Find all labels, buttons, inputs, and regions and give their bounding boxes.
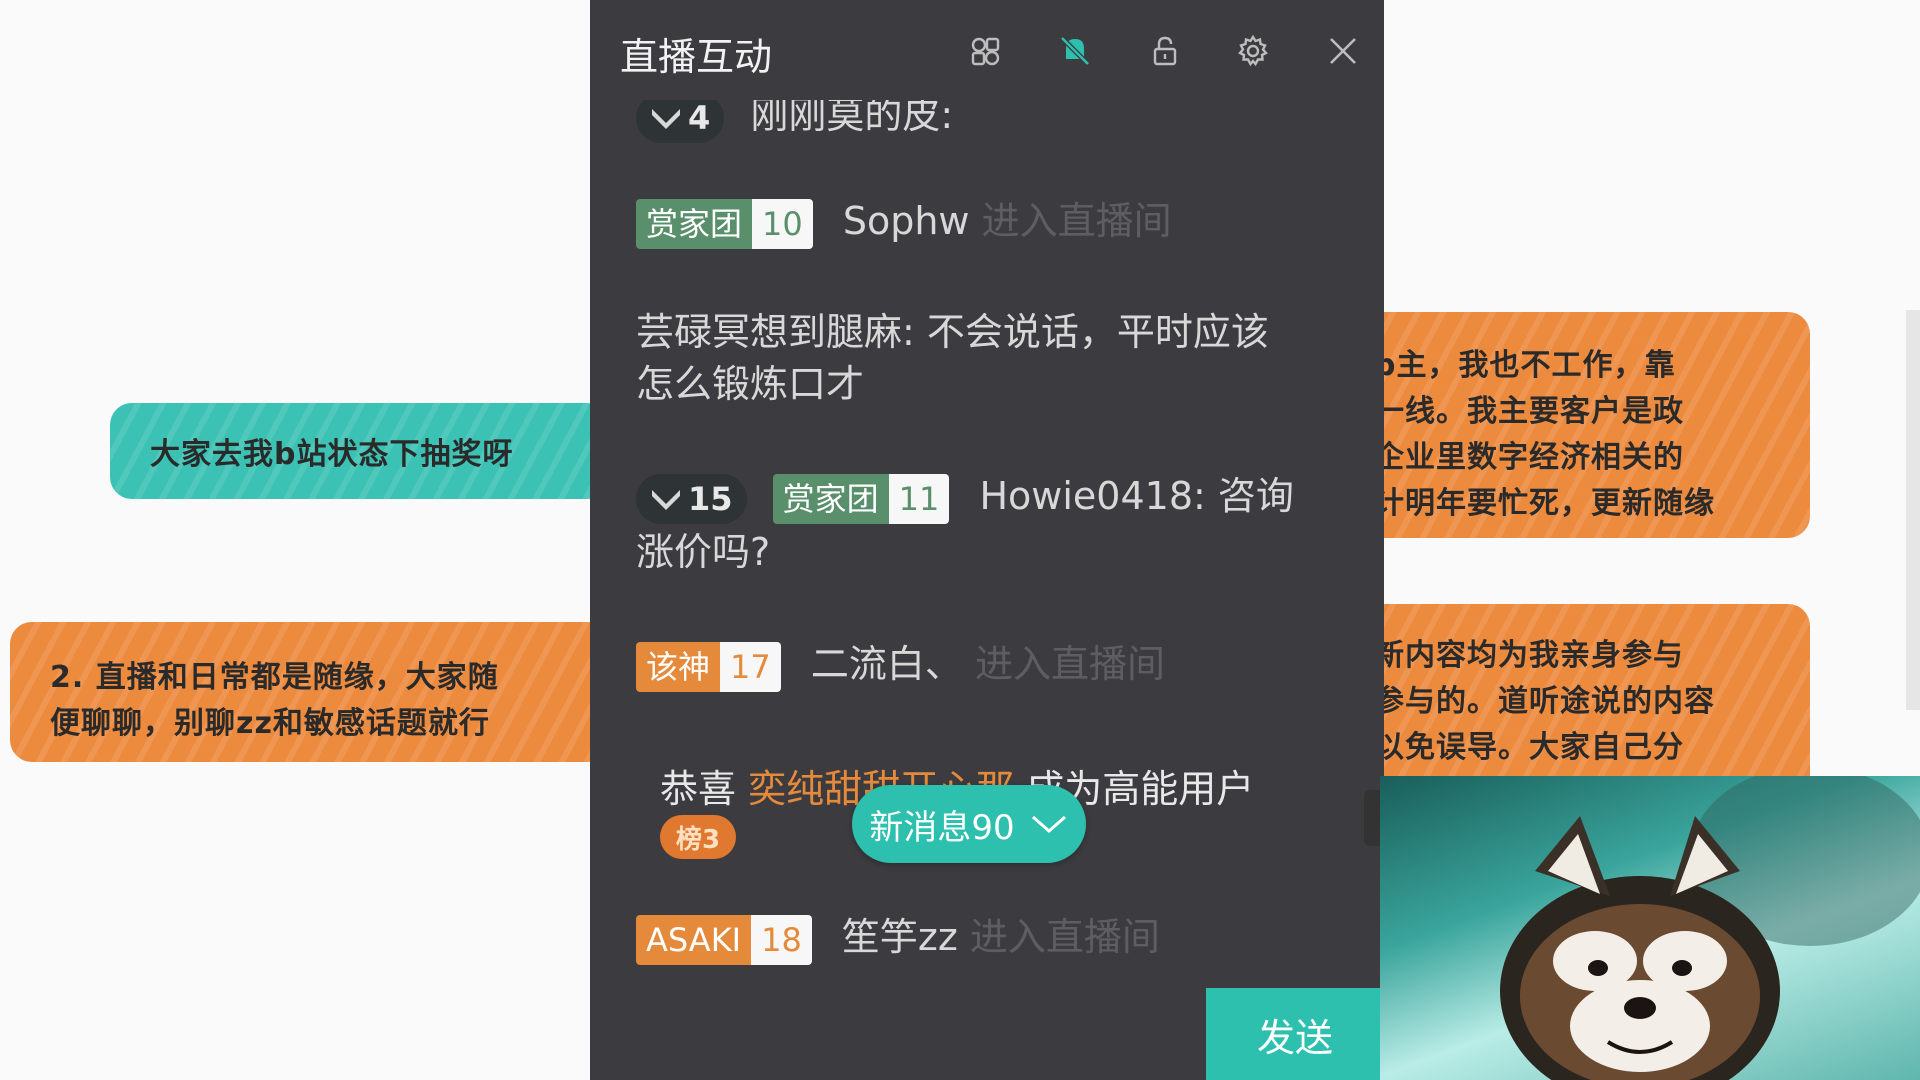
lottery-note-text: 大家去我b站状态下抽奖呀 xyxy=(150,437,514,472)
fan-medal-name: 该神 xyxy=(636,641,721,692)
layout-icon[interactable] xyxy=(966,32,1004,70)
chat-message-line-1: Howie0418: 咨询 xyxy=(979,474,1294,518)
heart-chevron-icon xyxy=(652,489,680,510)
chat-message: 赏家团 10 Sophw 进入直播间 xyxy=(636,190,1172,249)
new-messages-label: 新消息90 xyxy=(869,807,1015,848)
chat-message: ASAKI 18 笙竽zz 进入直播间 xyxy=(636,906,1160,965)
content-note-line-3: 以免误导。大家自己分 xyxy=(1374,730,1684,765)
chat-message-line-2: 怎么锻炼口才 xyxy=(636,362,865,406)
panel-titlebar: 直播互动 xyxy=(590,0,1384,100)
chat-username[interactable]: Sophw xyxy=(843,199,970,243)
content-note-card: 新内容均为我亲身参与 参与的。道听途说的内容 以免误导。大家自己分 xyxy=(1340,604,1810,804)
fan-medal[interactable]: 该神 17 xyxy=(636,641,781,692)
chat-username[interactable]: 笙竽zz xyxy=(842,915,958,959)
stream-stage: 大家去我b站状态下抽奖呀 2. 直播和日常都是随缘，大家随 便聊聊，别聊zz和敏… xyxy=(0,0,1920,1080)
fan-medal[interactable]: ASAKI 18 xyxy=(636,914,812,965)
edge-strip xyxy=(1906,310,1920,710)
lottery-note-card: 大家去我b站状态下抽奖呀 xyxy=(110,403,610,499)
red-panda-face-icon xyxy=(1500,776,1920,1080)
about-note-line-4: 计明年要忙死，更新随缘 xyxy=(1374,486,1715,521)
about-note-line-3: 企业里数字经济相关的 xyxy=(1374,440,1684,475)
about-note-line-2: 一线。我主要客户是政 xyxy=(1374,394,1684,429)
content-note-line-1: 新内容均为我亲身参与 xyxy=(1374,638,1684,673)
enter-room-text: 进入直播间 xyxy=(981,199,1172,243)
about-note-line-1: p主，我也不工作，靠 xyxy=(1374,348,1676,383)
chat-username[interactable]: 二流白、 xyxy=(811,642,963,686)
webcam-handle[interactable] xyxy=(1364,790,1380,846)
rules-note-line-1: 2. 直播和日常都是随缘，大家随 xyxy=(50,660,499,695)
fan-level-badge: 15 xyxy=(636,473,747,524)
heart-chevron-icon xyxy=(652,108,680,129)
chat-message: 芸碌冥想到腿麻: 不会说话，平时应该 怎么锻炼口才 xyxy=(636,306,1269,410)
new-messages-button[interactable]: 新消息90 xyxy=(852,785,1086,863)
fan-medal-level: 10 xyxy=(752,198,813,249)
chat-message-line-1: 芸碌冥想到腿麻: 不会说话，平时应该 xyxy=(636,310,1269,354)
rules-note-line-2: 便聊聊，别聊zz和敏感话题就行 xyxy=(50,706,490,741)
live-interaction-panel: 直播互动 4 刚刚莫的皮: 赏家团 10 Sophw 进入直播间 芸碌冥想到腿麻… xyxy=(590,0,1384,1080)
rules-note-card: 2. 直播和日常都是随缘，大家随 便聊聊，别聊zz和敏感话题就行 xyxy=(10,622,610,762)
close-icon[interactable] xyxy=(1324,32,1362,70)
rank-badge: 榜3 xyxy=(660,815,736,859)
about-note-card: p主，我也不工作，靠 一线。我主要客户是政 企业里数字经济相关的 计明年要忙死，… xyxy=(1340,312,1810,538)
fan-medal-name: 赏家团 xyxy=(772,473,889,524)
chevron-down-icon xyxy=(1031,815,1066,833)
fan-level-badge: 4 xyxy=(636,92,725,143)
fan-medal-name: ASAKI xyxy=(636,914,752,965)
webcam-feed xyxy=(1380,776,1920,1080)
notice-prefix: 恭喜 xyxy=(660,767,737,811)
send-button[interactable]: 发送 xyxy=(1206,988,1384,1080)
fan-medal-level: 18 xyxy=(751,914,812,965)
fan-medal-level: 17 xyxy=(720,641,781,692)
enter-room-text: 进入直播间 xyxy=(969,915,1160,959)
chat-message: 15 赏家团 11 Howie0418: 咨询 涨价吗? xyxy=(636,468,1294,580)
fan-medal-level: 11 xyxy=(888,473,950,524)
panel-title: 直播互动 xyxy=(620,35,773,79)
chat-message: 该神 17 二流白、 进入直播间 xyxy=(636,633,1165,692)
fan-medal[interactable]: 赏家团 10 xyxy=(636,198,813,249)
enter-room-text: 进入直播间 xyxy=(974,642,1165,686)
fan-medal[interactable]: 赏家团 11 xyxy=(772,473,950,524)
chat-message-line-2: 涨价吗? xyxy=(636,530,771,574)
fan-medal-name: 赏家团 xyxy=(636,198,753,249)
lock-icon[interactable] xyxy=(1146,32,1184,70)
settings-icon[interactable] xyxy=(1234,32,1272,70)
content-note-line-2: 参与的。道听途说的内容 xyxy=(1374,684,1715,719)
bell-off-icon[interactable] xyxy=(1056,32,1094,70)
